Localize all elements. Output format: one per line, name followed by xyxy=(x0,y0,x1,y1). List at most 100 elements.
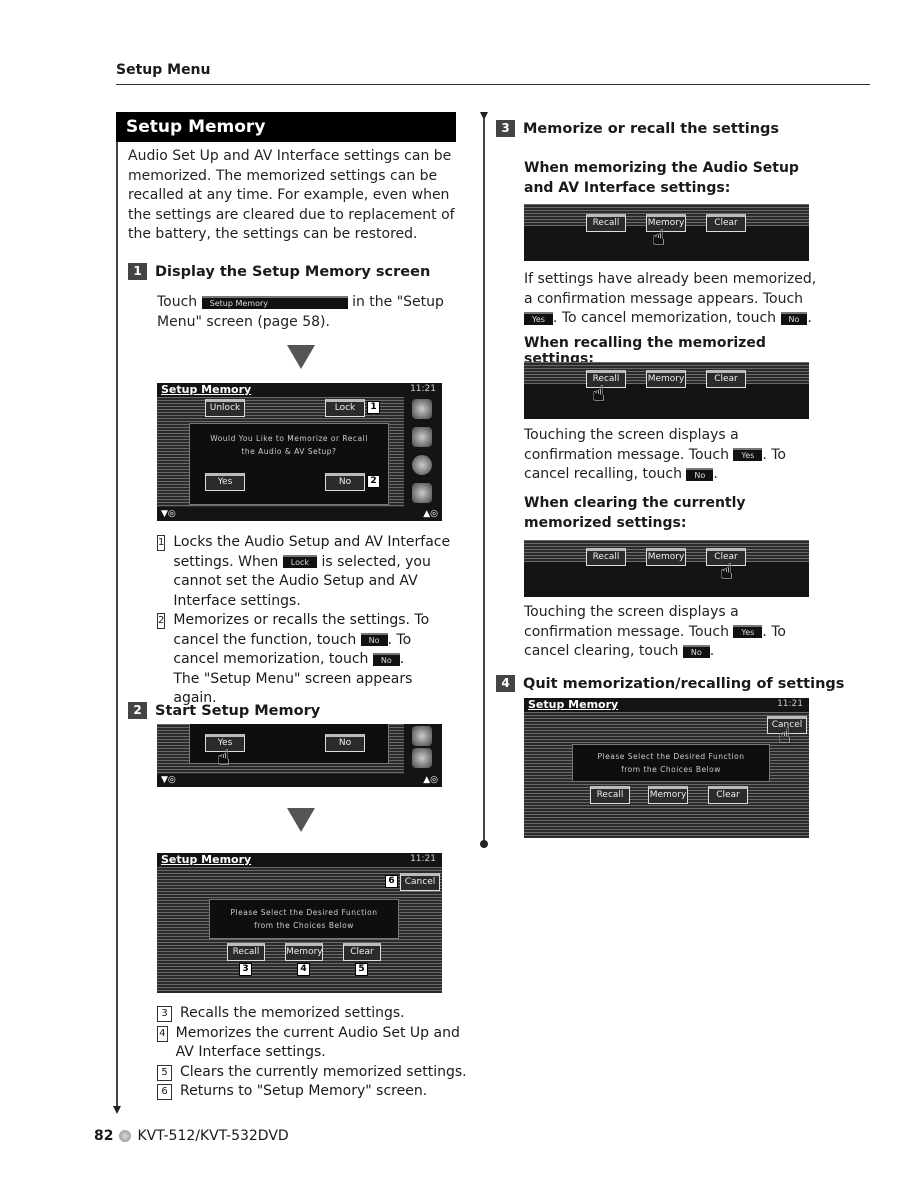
function-prompt: Please Select the Desired Function from … xyxy=(209,899,399,939)
screen-title: Setup Memory xyxy=(161,383,252,396)
touch-hand-icon: ☝ xyxy=(592,382,606,407)
notes-list-1: 1 Locks the Audio Setup and AV Interface… xyxy=(157,533,457,709)
audio-eq-icon[interactable] xyxy=(412,399,432,419)
clock: 11:21 xyxy=(410,854,436,864)
step-1-heading: 1 Display the Setup Memory screen xyxy=(128,263,430,280)
intro-paragraph: Audio Set Up and AV Interface settings c… xyxy=(128,148,455,242)
recall-button[interactable]: Recall xyxy=(586,548,626,566)
bullet-dot-icon xyxy=(119,1130,132,1142)
no-button[interactable]: No xyxy=(325,734,365,752)
unlock-button[interactable]: Unlock xyxy=(205,399,245,417)
flow-arrow-end-icon xyxy=(113,1106,121,1114)
screen-quit: Setup Memory 11:21 Cancel ☝ Please Selec… xyxy=(524,698,809,838)
note-item: 6 Returns to "Setup Memory" screen. xyxy=(157,1082,467,1102)
callout-5: 5 xyxy=(355,963,368,976)
step-1-instruction: Touch Setup Memory in the "Setup Menu" s… xyxy=(157,294,444,330)
scroll-down-icon[interactable]: ▼◎ xyxy=(161,775,176,785)
screen-memorize-crop: Recall Memory Clear ☝ xyxy=(524,204,809,261)
left-flow-line xyxy=(116,112,118,1112)
header-rule xyxy=(116,84,870,85)
model-name: KVT-512/KVT-532DVD xyxy=(137,1128,289,1144)
page-footer: 82 KVT-512/KVT-532DVD xyxy=(94,1128,289,1144)
scroll-up-icon[interactable]: ▲◎ xyxy=(423,775,438,785)
running-header: Setup Menu xyxy=(116,62,211,78)
note-item: 1 Locks the Audio Setup and AV Interface… xyxy=(157,534,451,609)
note-item: 4 Memorizes the current Audio Set Up and … xyxy=(157,1024,467,1063)
recall-button[interactable]: Recall xyxy=(590,786,630,804)
callout-6: 6 xyxy=(385,875,398,888)
step-2-heading: 2 Start Setup Memory xyxy=(128,702,320,719)
no-chip: No xyxy=(686,467,714,481)
clear-button[interactable]: Clear xyxy=(343,943,381,961)
yes-chip: Yes xyxy=(524,311,553,325)
clock: 11:21 xyxy=(410,384,436,394)
touch-hand-icon: ☝ xyxy=(778,724,792,749)
touch-hand-icon: ☝ xyxy=(217,746,231,771)
memory-button[interactable]: Memory xyxy=(648,786,688,804)
step-title: Memorize or recall the settings xyxy=(523,120,780,137)
step-title: Display the Setup Memory screen xyxy=(155,263,431,280)
note-item: 5 Clears the currently memorized settings… xyxy=(157,1063,467,1083)
cancel-button[interactable]: Cancel xyxy=(400,873,440,891)
screen-yes-no-crop: Yes No ☝ ▼◎ ▲◎ xyxy=(157,724,442,787)
step-number-badge: 4 xyxy=(496,675,515,692)
notes-list-2: 3 Recalls the memorized settings. 4 Memori… xyxy=(157,1004,467,1102)
memory-button[interactable]: Memory xyxy=(285,943,323,961)
touch-hand-icon: ☝ xyxy=(720,560,734,585)
right-flow-line xyxy=(483,118,485,843)
memorizing-heading: When memorizing the Audio Setup and AV I… xyxy=(524,160,799,196)
confirm-dialog: Would You Like to Memorize or Recall the… xyxy=(189,423,389,505)
memory-button[interactable]: Memory xyxy=(646,370,686,388)
clearing-heading: When clearing the currently memorized se… xyxy=(524,495,746,531)
no-chip: No xyxy=(372,652,400,666)
no-chip: No xyxy=(682,644,710,658)
speaker-icon[interactable] xyxy=(412,455,432,475)
dialog-message-line1: Would You Like to Memorize or Recall xyxy=(210,434,368,443)
callout-4: 4 xyxy=(297,963,310,976)
touch-hand-icon: ☝ xyxy=(652,226,666,251)
yes-chip: Yes xyxy=(733,625,763,638)
recalling-text: Touching the screen displays a confirmat… xyxy=(524,427,786,482)
tools-icon[interactable] xyxy=(412,748,432,768)
lock-chip: Lock xyxy=(282,555,318,568)
section-title-bar: Setup Memory xyxy=(116,112,456,142)
lock-button[interactable]: Lock xyxy=(325,399,365,417)
callout-3: 3 xyxy=(239,963,252,976)
scroll-up-icon[interactable]: ▲◎ xyxy=(423,509,438,519)
yes-chip: Yes xyxy=(733,448,763,461)
screen-clear-crop: Recall Memory Clear ☝ xyxy=(524,540,809,597)
no-chip: No xyxy=(780,311,808,325)
recall-button[interactable]: Recall xyxy=(227,943,265,961)
function-prompt: Please Select the Desired Function from … xyxy=(572,744,770,782)
callout-1: 1 xyxy=(367,401,380,414)
screen-select-function: Setup Memory 11:21 6 Cancel Please Selec… xyxy=(157,853,442,993)
screen-confirm-memorize: Setup Memory 11:21 Unlock Lock 1 Would Y… xyxy=(157,383,442,521)
screen-recall-crop: Recall Memory Clear ☝ xyxy=(524,362,809,419)
down-arrow-icon xyxy=(287,808,315,832)
clear-button[interactable]: Clear xyxy=(708,786,748,804)
note-item: 3 Recalls the memorized settings. xyxy=(157,1004,467,1024)
clear-button[interactable]: Clear xyxy=(706,370,746,388)
yes-button[interactable]: Yes xyxy=(205,473,245,491)
recall-button[interactable]: Recall xyxy=(586,214,626,232)
setup-memory-chip: Setup Memory xyxy=(201,295,348,309)
step-number-badge: 3 xyxy=(496,120,515,137)
clock: 11:21 xyxy=(777,699,803,709)
dialog-message-line2: the Audio & AV Setup? xyxy=(241,447,337,456)
scroll-down-icon[interactable]: ▼◎ xyxy=(161,509,176,519)
page-number: 82 xyxy=(94,1128,114,1144)
tools-icon[interactable] xyxy=(412,483,432,503)
memory-button[interactable]: Memory xyxy=(646,548,686,566)
no-chip: No xyxy=(360,633,388,646)
step-4-heading: 4 Quit memorization/recalling of setting… xyxy=(496,675,844,692)
step-3-heading: 3 Memorize or recall the settings xyxy=(496,120,779,137)
memorizing-text: If settings have already been memorized,… xyxy=(524,271,817,326)
av-interface-icon[interactable] xyxy=(412,427,432,447)
no-button[interactable]: No xyxy=(325,473,365,491)
step-title: Quit memorization/recalling of settings xyxy=(523,675,845,692)
clear-button[interactable]: Clear xyxy=(706,214,746,232)
screen-title: Setup Memory xyxy=(528,698,619,711)
speaker-icon[interactable] xyxy=(412,726,432,746)
step-number-badge: 2 xyxy=(128,702,147,719)
callout-2: 2 xyxy=(367,475,380,488)
